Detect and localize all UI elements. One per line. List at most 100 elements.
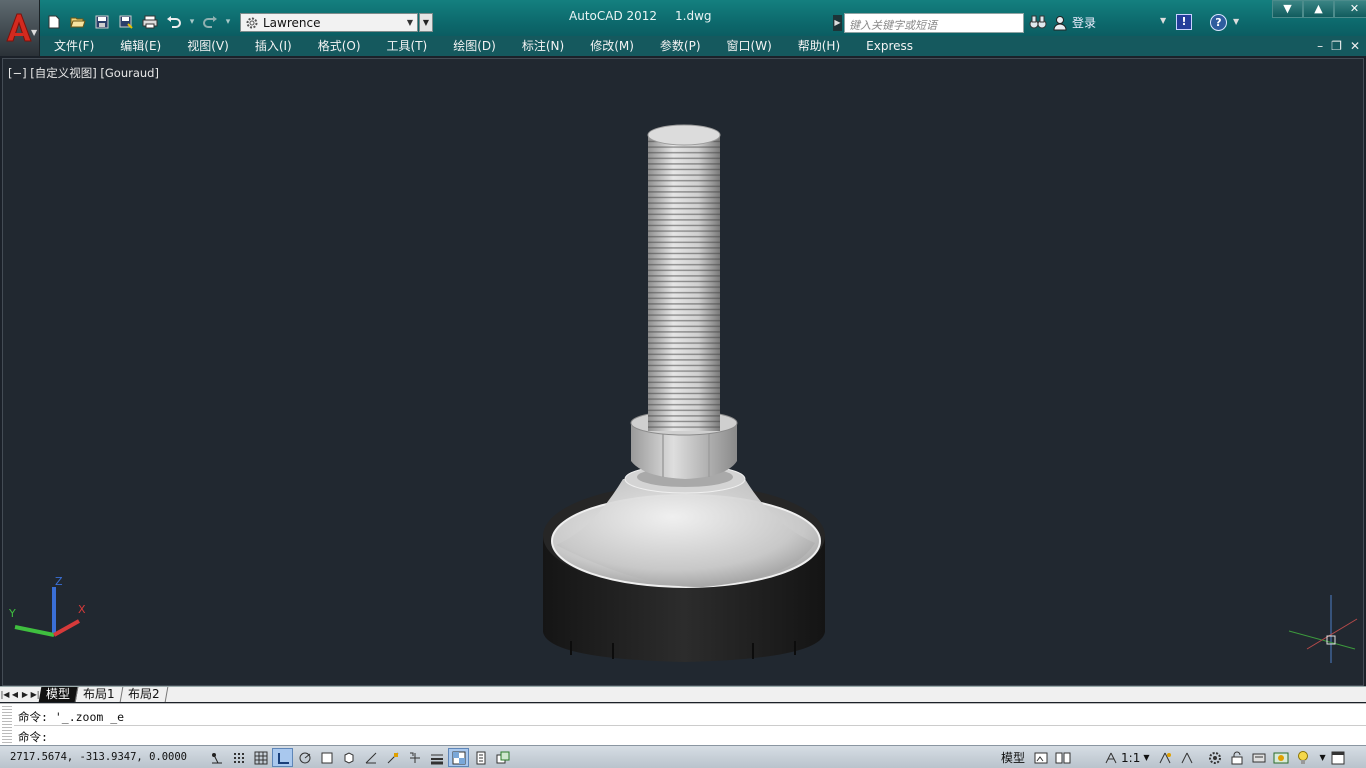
save-as-icon[interactable] <box>116 12 136 32</box>
redo-icon[interactable] <box>200 12 220 32</box>
crosshair-cursor <box>1288 595 1358 663</box>
minimize-button[interactable]: ▼ <box>1272 0 1303 18</box>
axis-y-label: Y <box>8 607 16 620</box>
status-menu-arrow-icon[interactable]: ▼ <box>1319 753 1325 762</box>
autocad-logo-icon <box>6 13 32 42</box>
menu-help[interactable]: 帮助(H) <box>784 36 852 56</box>
chevron-down-icon: ▼ <box>1143 753 1150 762</box>
tab-layout1[interactable]: 布局1 <box>75 687 123 702</box>
object-snap-tracking-icon[interactable] <box>360 748 381 767</box>
quick-view-layouts-icon[interactable] <box>1031 748 1050 767</box>
menu-dimension[interactable]: 标注(N) <box>508 36 576 56</box>
login-label: 登录 <box>1072 16 1097 30</box>
ortho-mode-icon[interactable] <box>272 748 293 767</box>
tab-layout1-label: 布局1 <box>83 687 115 701</box>
new-file-icon[interactable] <box>44 12 64 32</box>
isolate-objects-icon[interactable] <box>1271 748 1290 767</box>
clean-screen-icon[interactable] <box>1329 748 1348 767</box>
menu-express[interactable]: Express <box>852 36 925 56</box>
tab-model[interactable]: 模型 <box>38 687 79 702</box>
menu-window[interactable]: 窗口(W) <box>713 36 784 56</box>
tab-layout2-label: 布局2 <box>127 687 160 701</box>
close-button[interactable]: ✕ <box>1334 0 1366 18</box>
quick-view-drawings-icon[interactable] <box>1053 748 1072 767</box>
infer-constraints-icon[interactable] <box>206 748 227 767</box>
hardware-acceleration-icon[interactable] <box>1249 748 1268 767</box>
menu-format[interactable]: 格式(O) <box>304 36 373 56</box>
chevron-down-icon[interactable]: ▼ <box>1160 16 1166 25</box>
snap-mode-icon[interactable] <box>228 748 249 767</box>
workspace-selector[interactable]: Lawrence ▼ <box>240 13 418 32</box>
drawing-viewport[interactable]: Z Y X [−] [自定义视图] [Gouraud] <box>2 58 1364 686</box>
user-icon <box>1053 15 1067 30</box>
annotation-visibility-icon[interactable] <box>1155 748 1174 767</box>
command-window-grip[interactable] <box>2 706 12 744</box>
status-bar: 2717.5674, -313.9347, 0.0000 模型 1:1 ▼ ▼ <box>0 745 1366 768</box>
model-space-button[interactable]: 模型 <box>998 748 1028 767</box>
status-right-group: 模型 1:1 ▼ ▼ <box>998 748 1348 767</box>
axis-z-label: Z <box>55 575 63 588</box>
3d-object-snap-icon[interactable] <box>338 748 359 767</box>
title-bar: ▼ ▾ ▾ Lawrence ▼ ▼ AutoCAD 2012 1.dwg ▶ … <box>0 0 1366 56</box>
grid-display-icon[interactable] <box>250 748 271 767</box>
exchange-icon[interactable]: ! <box>1176 14 1192 30</box>
first-tab-icon[interactable]: |◀ <box>0 690 10 699</box>
save-icon[interactable] <box>92 12 112 32</box>
redo-dropdown-icon[interactable]: ▾ <box>224 17 232 27</box>
object-snap-icon[interactable] <box>316 748 337 767</box>
login-button[interactable]: 登录 <box>1052 14 1096 31</box>
ucs-icon: Z Y X <box>8 575 86 637</box>
command-history: 命令: '_.zoom _e <box>18 710 125 724</box>
menu-file[interactable]: 文件(F) <box>40 36 106 56</box>
lineweight-icon[interactable] <box>426 748 447 767</box>
workspace-name: Lawrence <box>263 15 321 30</box>
toolbar-lock-icon[interactable] <box>1227 748 1246 767</box>
maximize-button[interactable]: ▲ <box>1303 0 1334 18</box>
menu-modify[interactable]: 修改(M) <box>576 36 646 56</box>
selection-cycling-icon[interactable] <box>492 748 513 767</box>
lightbulb-icon[interactable] <box>1293 748 1312 767</box>
tab-model-label: 模型 <box>46 687 71 701</box>
open-file-icon[interactable] <box>68 12 88 32</box>
autocad-window: ▼ ▾ ▾ Lawrence ▼ ▼ AutoCAD 2012 1.dwg ▶ … <box>0 0 1366 768</box>
gear-icon <box>246 17 258 28</box>
tab-layout2[interactable]: 布局2 <box>120 687 168 702</box>
document-window-controls: – ❐ ✕ <box>1317 36 1360 56</box>
workspace-switching-icon[interactable] <box>1205 748 1224 767</box>
polar-tracking-icon[interactable] <box>294 748 315 767</box>
binoculars-icon[interactable] <box>1029 14 1047 34</box>
command-prompt-input[interactable]: 命令: <box>18 729 48 745</box>
doc-restore-button[interactable]: ❐ <box>1331 36 1342 56</box>
menu-insert[interactable]: 插入(I) <box>241 36 304 56</box>
transparency-icon[interactable] <box>448 748 469 767</box>
help-icon[interactable]: ? <box>1210 14 1227 31</box>
customize-toolbar-button[interactable]: ▼ <box>419 13 433 32</box>
doc-close-button[interactable]: ✕ <box>1350 36 1360 56</box>
chevron-down-icon: ▼ <box>406 18 414 27</box>
command-divider <box>14 725 1366 726</box>
doc-minimize-button[interactable]: – <box>1317 36 1323 56</box>
window-title: AutoCAD 2012 1.dwg <box>569 9 712 23</box>
chevron-down-icon: ▼ <box>31 28 38 37</box>
viewport-controls-label[interactable]: [−] [自定义视图] [Gouraud] <box>8 65 159 81</box>
application-menu-button[interactable]: ▼ <box>0 0 40 56</box>
annotation-scale[interactable]: 1:1 ▼ <box>1101 748 1152 767</box>
plot-icon[interactable] <box>140 12 160 32</box>
auto-scale-icon[interactable] <box>1177 748 1196 767</box>
coordinate-readout[interactable]: 2717.5674, -313.9347, 0.0000 <box>10 751 187 763</box>
undo-icon[interactable] <box>164 12 184 32</box>
menu-tools[interactable]: 工具(T) <box>373 36 440 56</box>
dynamic-ucs-icon[interactable] <box>382 748 403 767</box>
menu-parametric[interactable]: 参数(P) <box>646 36 713 56</box>
menu-edit[interactable]: 编辑(E) <box>106 36 173 56</box>
quick-properties-icon[interactable] <box>470 748 491 767</box>
next-tab-icon[interactable]: ▶ <box>20 690 30 699</box>
prev-tab-icon[interactable]: ◀ <box>10 690 20 699</box>
menu-draw[interactable]: 绘图(D) <box>439 36 508 56</box>
dynamic-input-icon[interactable] <box>404 748 425 767</box>
search-expand-button[interactable]: ▶ <box>833 15 842 31</box>
undo-dropdown-icon[interactable]: ▾ <box>188 17 196 27</box>
search-input[interactable]: 键入关键字或短语 <box>844 13 1024 33</box>
menu-view[interactable]: 视图(V) <box>173 36 241 56</box>
chevron-down-icon[interactable]: ▼ <box>1233 17 1239 26</box>
